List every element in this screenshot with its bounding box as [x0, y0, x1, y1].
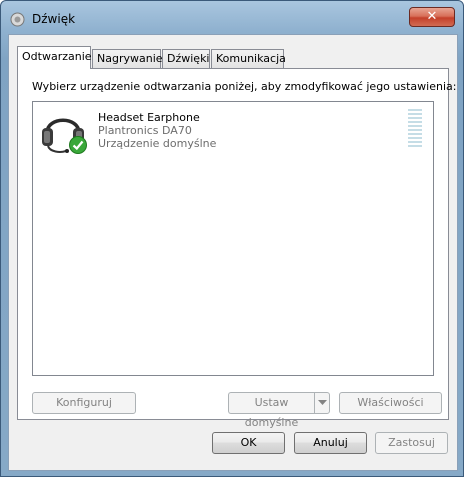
dialog-client: Odtwarzanie Nagrywanie Dźwięki Komunikac… [8, 34, 458, 471]
tab-communications[interactable]: Komunikacja [211, 49, 286, 68]
set-default-dropdown[interactable] [314, 392, 330, 414]
title-bar[interactable]: Dźwięk ✕ [1, 1, 463, 37]
tab-recording[interactable]: Nagrywanie [92, 49, 163, 68]
instruction-text: Wybierz urządzenie odtwarzania poniżej, … [32, 80, 457, 93]
close-icon: ✕ [426, 9, 438, 24]
window-title: Dźwięk [32, 12, 76, 26]
check-icon [69, 136, 87, 154]
set-default-split-button[interactable]: Ustaw domyślne [228, 392, 332, 429]
tab-sounds[interactable]: Dźwięki [162, 49, 210, 68]
device-list[interactable]: Headset Earphone Plantronics DA70 Urządz… [32, 101, 434, 376]
device-item[interactable]: Headset Earphone Plantronics DA70 Urządz… [34, 103, 432, 159]
device-model: Plantronics DA70 [98, 124, 192, 137]
tab-playback[interactable]: Odtwarzanie [17, 46, 92, 69]
device-status: Urządzenie domyślne [98, 137, 217, 150]
set-default-button[interactable]: Ustaw domyślne [228, 392, 314, 429]
configure-button[interactable]: Konfiguruj [32, 392, 136, 414]
chevron-down-icon [318, 400, 327, 405]
ok-button[interactable]: OK [212, 432, 285, 454]
volume-meter [408, 109, 422, 149]
apply-button[interactable]: Zastosuj [375, 432, 448, 454]
speaker-icon [10, 12, 25, 27]
cancel-button[interactable]: Anuluj [294, 432, 367, 454]
properties-button[interactable]: Właściwości [339, 392, 442, 414]
playback-panel: Wybierz urządzenie odtwarzania poniżej, … [17, 68, 456, 429]
device-name: Headset Earphone [98, 111, 200, 124]
close-button[interactable]: ✕ [409, 7, 455, 27]
sound-dialog: Dźwięk ✕ Odtwarzanie Nagrywanie Dźwięki … [0, 0, 464, 477]
